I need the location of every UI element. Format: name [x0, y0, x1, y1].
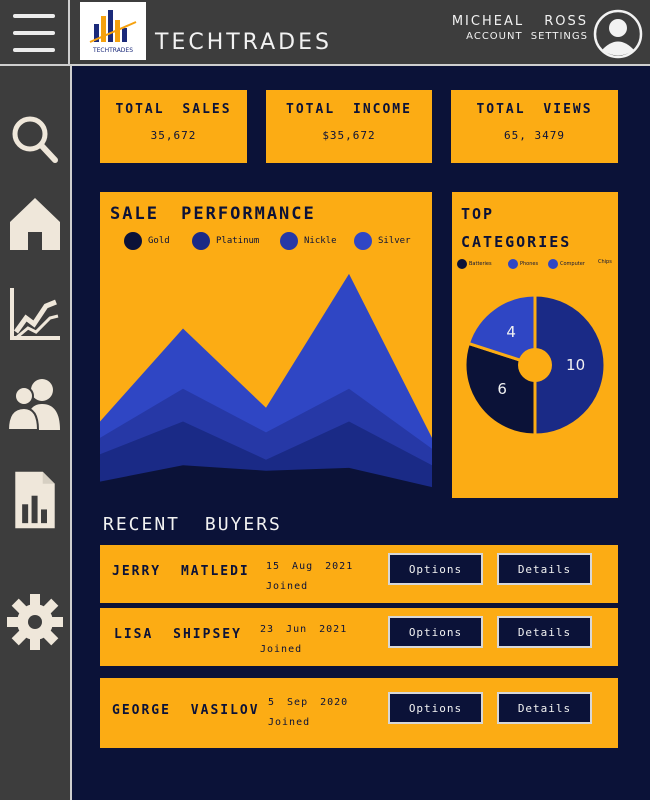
sidebar [0, 66, 72, 800]
avatar-icon[interactable] [593, 9, 643, 59]
logo-graphic: TECHTRADES [89, 10, 137, 54]
joined-label: Joined [266, 581, 309, 592]
menu-line [13, 48, 55, 52]
home-icon[interactable] [6, 194, 64, 254]
join-date: 23 Jun 2021 [260, 624, 348, 635]
buyer-row: JERRY MATLEDI 15 Aug 2021 Joined Options… [100, 545, 618, 603]
logo-text: TECHTRADES [92, 47, 133, 54]
options-button[interactable]: Options [388, 616, 483, 648]
sale-performance-panel: SALE PERFORMANCE Gold Platinum Nickle Si… [100, 192, 432, 498]
menu-line [13, 31, 55, 35]
kpi-total-sales: TOTAL SALES 35,672 [100, 90, 247, 163]
users-icon[interactable] [6, 374, 64, 434]
brand-name: TECHTRADES [155, 30, 332, 55]
analytics-icon[interactable] [6, 284, 64, 344]
options-button[interactable]: Options [388, 553, 483, 585]
user-name[interactable]: MICHEAL ROSS [452, 14, 588, 29]
pie-slice-label: 6 [497, 380, 507, 398]
pie-center-hole [518, 348, 552, 382]
buyer-row: GEORGE VASILOV 5 Sep 2020 Joined Options… [100, 678, 618, 748]
search-icon[interactable] [6, 108, 64, 168]
settings-icon[interactable] [6, 592, 64, 652]
join-date: 5 Sep 2020 [268, 697, 349, 708]
joined-label: Joined [268, 717, 311, 728]
buyer-joined-date: 15 Aug 2021 Joined [266, 557, 353, 597]
details-button[interactable]: Details [497, 553, 592, 585]
buyer-name: LISA SHIPSEY [114, 627, 242, 642]
kpi-value: 35,672 [150, 129, 197, 142]
kpi-title: TOTAL SALES [115, 102, 232, 117]
buyer-row: LISA SHIPSEY 23 Jun 2021 Joined Options … [100, 608, 618, 666]
reports-icon[interactable] [6, 470, 64, 530]
details-button[interactable]: Details [497, 616, 592, 648]
top-bar: TECHTRADES TECHTRADES MICHEAL ROSS ACCOU… [0, 0, 650, 66]
area-chart [100, 273, 432, 498]
top-categories-panel: TOP CATEGORIES Batteries Phones Computer… [452, 192, 618, 498]
pie-chart: 10 6 4 [463, 293, 607, 437]
kpi-value: 65, 3479 [504, 129, 565, 142]
buyer-joined-date: 23 Jun 2021 Joined [260, 620, 347, 660]
details-button[interactable]: Details [497, 692, 592, 724]
kpi-title: TOTAL INCOME [286, 102, 412, 117]
recent-buyers-title: RECENT BUYERS [103, 514, 282, 535]
buyer-name: JERRY MATLEDI [112, 564, 250, 579]
brand-logo[interactable]: TECHTRADES [80, 2, 146, 60]
kpi-total-views: TOTAL VIEWS 65, 3479 [451, 90, 618, 163]
kpi-value: $35,672 [322, 129, 376, 142]
kpi-total-income: TOTAL INCOME $35,672 [266, 90, 432, 163]
options-button[interactable]: Options [388, 692, 483, 724]
joined-label: Joined [260, 644, 303, 655]
menu-button[interactable] [0, 0, 70, 66]
account-settings-link[interactable]: ACCOUNT SETTINGS [466, 31, 588, 42]
menu-line [13, 14, 55, 18]
pie-slice-label: 4 [506, 323, 516, 341]
join-date: 15 Aug 2021 [266, 561, 354, 572]
pie-slice-label: 10 [566, 356, 585, 374]
buyer-joined-date: 5 Sep 2020 Joined [268, 693, 348, 733]
buyer-name: GEORGE VASILOV [112, 703, 260, 718]
kpi-title: TOTAL VIEWS [476, 102, 593, 117]
